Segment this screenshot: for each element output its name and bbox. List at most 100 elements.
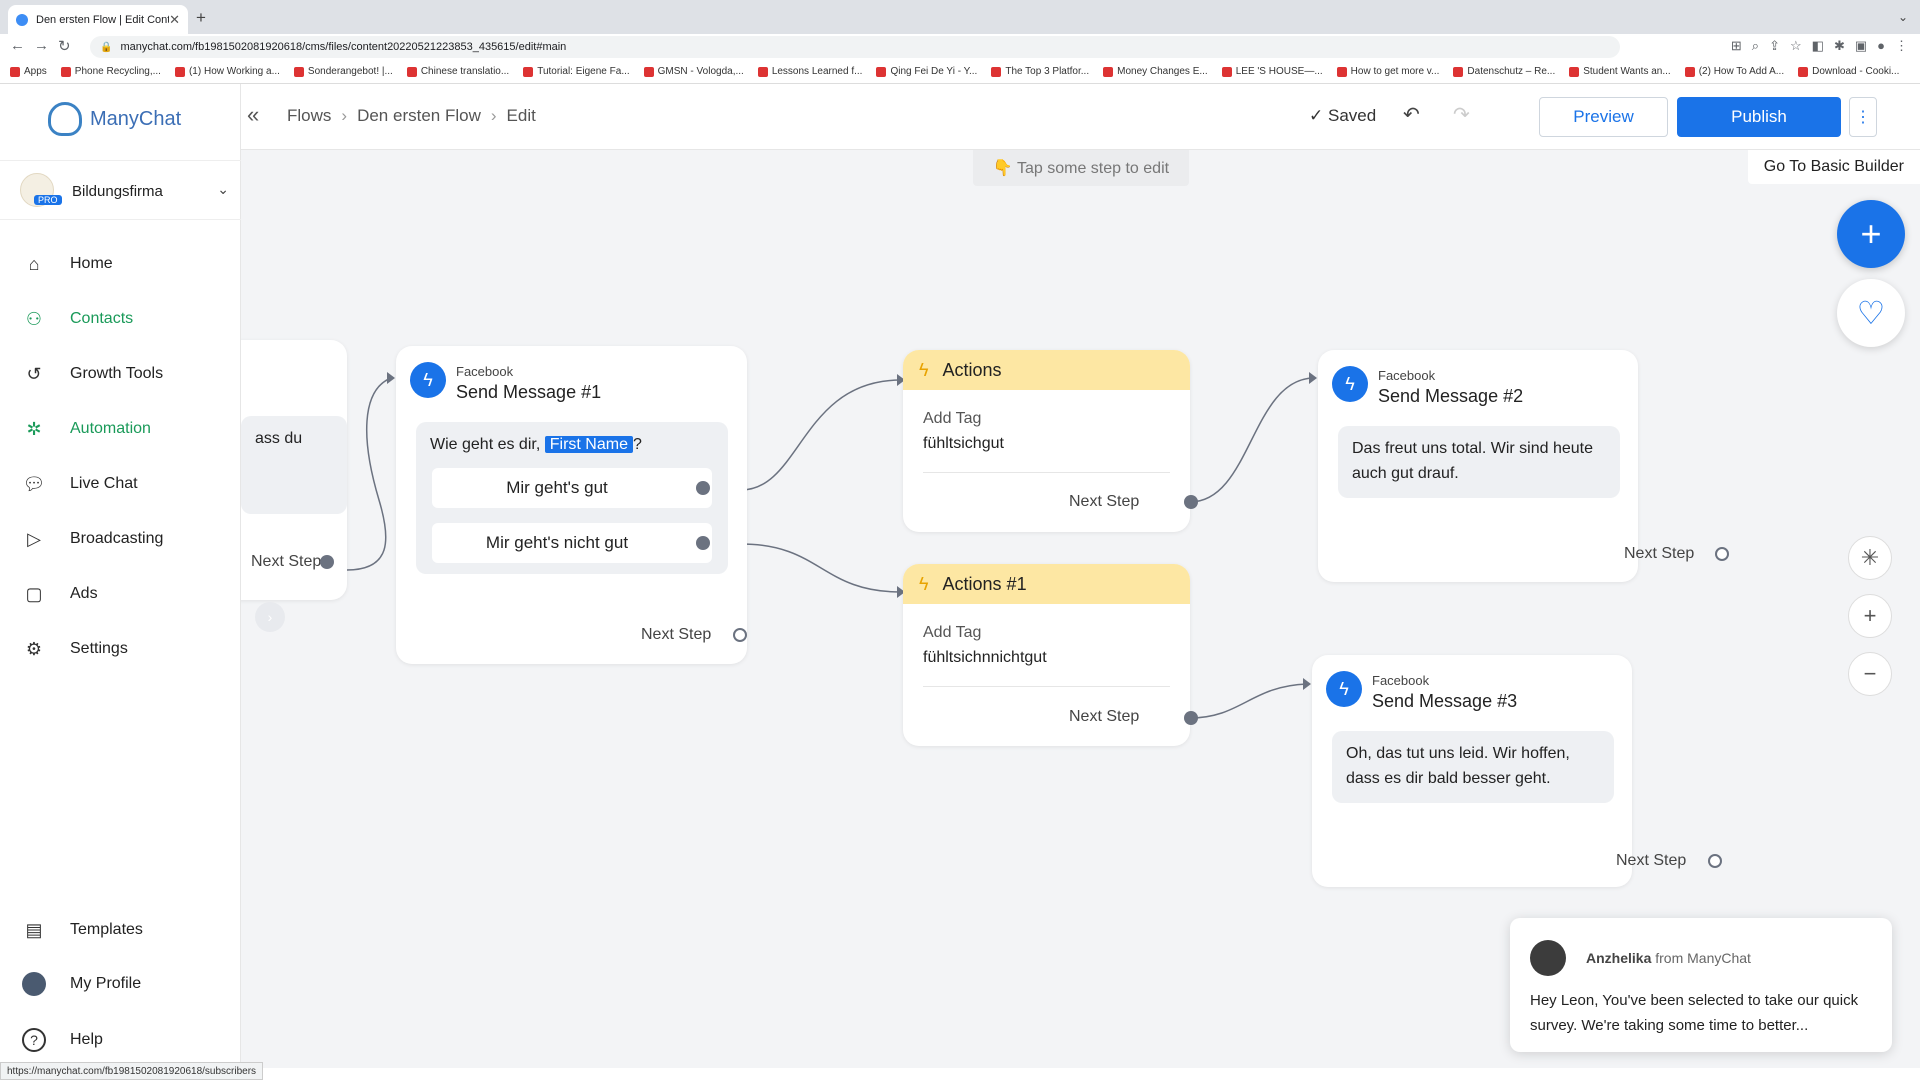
send-message-1-card[interactable]: ϟ Facebook Send Message #1 Wie geht es d…: [396, 346, 747, 664]
sidebar-item-home[interactable]: ⌂ Home: [22, 252, 113, 276]
next-step-port[interactable]: [733, 628, 747, 642]
zoom-out-button[interactable]: −: [1848, 652, 1892, 696]
lock-icon: 🔒: [100, 41, 113, 53]
bookmark-item[interactable]: Qing Fei De Yi - Y...: [876, 66, 977, 77]
chevron-right-icon: ›: [341, 106, 348, 125]
zoom-icon[interactable]: ⌕: [1752, 38, 1759, 54]
next-step-port[interactable]: [1715, 547, 1729, 561]
divider: [923, 686, 1170, 687]
actions-1-card[interactable]: ϟ Actions #1 Add Tag fühltsichnnichtgut …: [903, 564, 1190, 746]
star-icon[interactable]: ☆: [1790, 38, 1802, 54]
new-tab-icon[interactable]: +: [196, 8, 206, 28]
collapse-sidebar-icon[interactable]: «: [247, 102, 259, 128]
agent-name: Anzhelika: [1586, 950, 1652, 966]
bookmark-label: Chinese translatio...: [420, 66, 510, 77]
quick-reply-button[interactable]: Mir geht's nicht gut: [432, 523, 712, 563]
send-message-3-card[interactable]: ϟ Facebook Send Message #3 Oh, das tut u…: [1312, 655, 1632, 887]
button-port[interactable]: [696, 481, 710, 495]
sidebar-item-label: Broadcasting: [70, 530, 164, 547]
close-tab-icon[interactable]: ✕: [169, 12, 180, 28]
bookmark-item[interactable]: How to get more v...: [1336, 66, 1439, 77]
next-step-port[interactable]: [1184, 495, 1198, 509]
more-options-icon[interactable]: ⋮: [1849, 97, 1877, 137]
bookmark-item[interactable]: Student Wants an...: [1569, 66, 1671, 77]
status-bar-url: https://manychat.com/fb198150208192061​8…: [0, 1062, 264, 1080]
bookmark-item[interactable]: Phone Recycling,...: [60, 66, 161, 77]
sidebar-item-contacts[interactable]: ⚇ Contacts: [22, 307, 133, 331]
sidebar-item-settings[interactable]: ⚙ Settings: [22, 637, 128, 661]
bookmark-item[interactable]: Apps: [10, 66, 47, 77]
bookmark-item[interactable]: The Top 3 Platfor...: [991, 66, 1089, 77]
bookmark-item[interactable]: LEE 'S HOUSE—...: [1221, 66, 1323, 77]
actions-card[interactable]: ϟ Actions Add Tag fühltsichgut Next Step: [903, 350, 1190, 532]
sidepanel-icon[interactable]: ▣: [1855, 38, 1867, 54]
publish-button[interactable]: Publish: [1677, 97, 1841, 137]
growth-tools-icon: ↺: [26, 363, 42, 384]
sidebar-item-live-chat[interactable]: 💬︎ Live Chat: [22, 472, 138, 496]
preview-button[interactable]: Preview: [1539, 97, 1668, 137]
favicon-icon: [16, 13, 28, 26]
address-bar[interactable]: 🔒 manychat.com/fb198150208192061​8/cms/f…: [90, 36, 1620, 58]
breadcrumb-flow-name[interactable]: Den ersten Flow: [357, 106, 481, 126]
back-icon[interactable]: ←: [10, 37, 25, 54]
bookmark-item[interactable]: (1) How Working a...: [174, 66, 280, 77]
tab-search-icon[interactable]: ⌄: [1898, 10, 1908, 24]
bookmark-favicon-icon: [174, 66, 185, 77]
url-text: manychat.com/fb198150208192061​8/cms/fil…: [120, 41, 567, 53]
first-name-variable[interactable]: First Name: [544, 436, 633, 453]
forward-icon[interactable]: →: [34, 37, 49, 54]
bookmark-item[interactable]: Chinese translatio...: [406, 66, 510, 77]
card-source: Facebook: [1378, 368, 1436, 383]
profile-icon[interactable]: ●: [1877, 38, 1885, 54]
next-step-port[interactable]: [1184, 711, 1198, 725]
sidebar-item-help[interactable]: ? Help: [22, 1028, 103, 1052]
support-chat-popup[interactable]: Anzhelika from ManyChat Hey Leon, You've…: [1510, 918, 1892, 1052]
sidebar-item-ads[interactable]: ▢ Ads: [22, 582, 97, 606]
favorite-button[interactable]: ♡: [1837, 279, 1905, 347]
sidebar-item-automation[interactable]: ✲ Automation: [22, 417, 150, 441]
share-icon[interactable]: ⇪: [1769, 38, 1780, 54]
next-step-label: Next Step: [251, 553, 322, 570]
bookmark-item[interactable]: Tutorial: Eigene Fa...: [523, 66, 630, 77]
auto-arrange-button[interactable]: ✳: [1848, 536, 1892, 580]
bookmark-item[interactable]: Datenschutz – Re...: [1453, 66, 1555, 77]
next-step-port[interactable]: [1708, 854, 1722, 868]
bookmark-item[interactable]: Lessons Learned f...: [757, 66, 862, 77]
send-message-2-card[interactable]: ϟ Facebook Send Message #2 Das freut uns…: [1318, 350, 1638, 582]
sidebar-item-templates[interactable]: ▤ Templates: [22, 918, 142, 942]
bookmark-item[interactable]: Sonderangebot! |...: [293, 66, 393, 77]
sidebar-item-growth-tools[interactable]: ↺ Growth Tools: [22, 362, 163, 386]
bookmark-item[interactable]: GMSN - Vologda,...: [643, 66, 744, 77]
translate-icon[interactable]: ⊞: [1731, 38, 1742, 54]
bookmark-item[interactable]: Download - Cooki...: [1798, 66, 1899, 77]
zoom-in-button[interactable]: +: [1848, 594, 1892, 638]
brand-name: ManyChat: [90, 107, 182, 130]
previous-message-card[interactable]: ass du Next Step: [241, 340, 347, 600]
bookmark-item[interactable]: (2) How To Add A...: [1684, 66, 1784, 77]
bookmark-label: GMSN - Vologda,...: [657, 66, 744, 77]
account-switcher[interactable]: PRO Bildungsfirma ⌄: [0, 160, 241, 220]
chevron-right-icon[interactable]: ›: [255, 602, 285, 632]
message-bubble[interactable]: Oh, das tut uns leid. Wir hoffen, dass e…: [1332, 731, 1614, 803]
chat-bubble-icon: 💬︎: [22, 473, 46, 494]
next-step-label: Next Step: [641, 626, 712, 643]
reload-icon[interactable]: ↻: [58, 37, 71, 55]
breadcrumb-flows[interactable]: Flows: [287, 106, 331, 126]
automation-icon: ✲: [26, 418, 42, 439]
extension-icon[interactable]: ◧: [1812, 38, 1824, 54]
menu-icon[interactable]: ⋮: [1895, 38, 1908, 54]
add-step-button[interactable]: +: [1837, 200, 1905, 268]
browser-tab[interactable]: Den ersten Flow | Edit Content ✕: [8, 5, 188, 34]
next-step-port[interactable]: [320, 555, 334, 569]
manychat-logo[interactable]: ManyChat: [48, 102, 181, 136]
puzzle-icon[interactable]: ✱: [1834, 38, 1845, 54]
undo-icon[interactable]: ↶: [1403, 102, 1420, 127]
sidebar-item-broadcasting[interactable]: ▷ Broadcasting: [22, 527, 163, 551]
sidebar-item-my-profile[interactable]: My Profile: [22, 972, 141, 996]
bookmark-item[interactable]: Money Changes E...: [1103, 66, 1208, 77]
message-bubble[interactable]: Das freut uns total. Wir sind heute auch…: [1338, 426, 1620, 498]
action-label: Add Tag: [923, 410, 982, 427]
button-port[interactable]: [696, 536, 710, 550]
redo-icon[interactable]: ↷: [1453, 102, 1470, 127]
quick-reply-button[interactable]: Mir geht's gut: [432, 468, 712, 508]
